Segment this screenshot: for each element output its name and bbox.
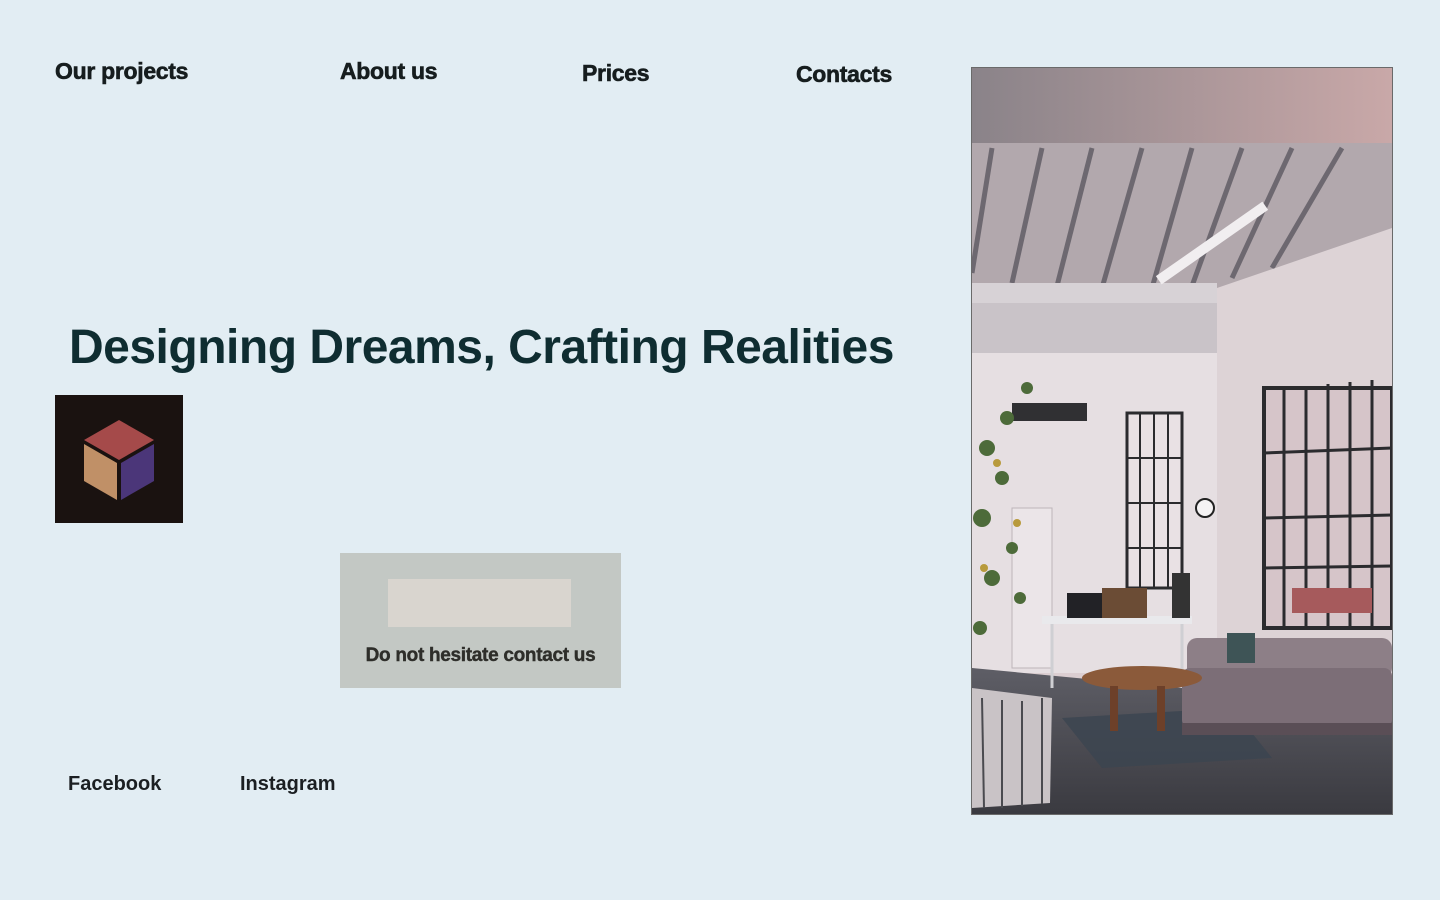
facebook-link[interactable]: Facebook — [68, 773, 161, 796]
nav-contacts[interactable]: Contacts — [796, 61, 893, 88]
instagram-link[interactable]: Instagram — [240, 773, 336, 796]
hero-headline: Designing Dreams, Crafting Realities — [69, 321, 894, 374]
nav-our-projects[interactable]: Our projects — [55, 58, 189, 85]
nav-about-us[interactable]: About us — [340, 58, 438, 85]
interior-illustration — [972, 68, 1392, 814]
cube-icon — [84, 420, 154, 500]
nav-prices[interactable]: Prices — [582, 60, 650, 87]
landing-page: Our projects About us Prices Contacts De… — [0, 0, 1440, 900]
loft-office-interior-photo — [971, 67, 1393, 815]
contact-cta-box: Do not hesitate contact us — [340, 553, 621, 688]
contact-input[interactable] — [388, 579, 571, 627]
contact-cta-label[interactable]: Do not hesitate contact us — [340, 645, 621, 667]
brand-logo[interactable] — [55, 395, 183, 523]
